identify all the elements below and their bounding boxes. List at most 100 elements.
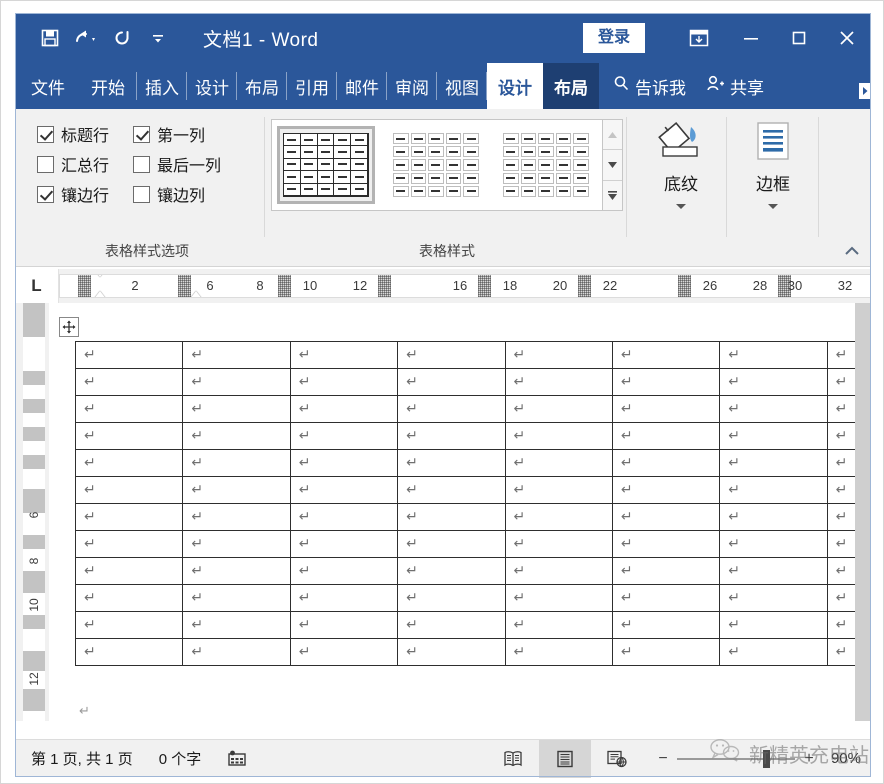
table-cell[interactable]: ↵ <box>183 585 290 612</box>
table-cell[interactable]: ↵ <box>398 450 505 477</box>
vertical-ruler[interactable]: 6 8 10 12 <box>15 303 49 721</box>
table-row[interactable]: ↵ ↵ ↵ ↵ ↵ ↵ ↵ ↵ <box>76 369 872 396</box>
chevron-up-icon[interactable] <box>843 242 861 260</box>
table-style-plain-2[interactable] <box>497 126 595 204</box>
table-cell[interactable]: ↵ <box>505 450 612 477</box>
checkbox-box[interactable] <box>37 126 54 143</box>
gallery-more-icon[interactable] <box>603 181 622 210</box>
table-row[interactable]: ↵ ↵ ↵ ↵ ↵ ↵ ↵ ↵ <box>76 504 872 531</box>
table-cell[interactable]: ↵ <box>76 342 183 369</box>
customize-qat-icon[interactable] <box>141 21 175 55</box>
table-cell[interactable]: ↵ <box>290 504 397 531</box>
table-cell[interactable]: ↵ <box>183 369 290 396</box>
read-mode-view[interactable] <box>487 740 539 778</box>
tab-file[interactable]: 文件 <box>15 63 79 109</box>
table-cell[interactable]: ↵ <box>76 450 183 477</box>
zoom-slider[interactable]: − + <box>643 750 825 768</box>
checkbox-box[interactable] <box>133 156 150 173</box>
table-cell[interactable]: ↵ <box>183 342 290 369</box>
table-cell[interactable]: ↵ <box>505 639 612 666</box>
table-cell[interactable]: ↵ <box>290 423 397 450</box>
table-cell[interactable]: ↵ <box>720 639 827 666</box>
close-icon[interactable] <box>823 13 871 63</box>
table-cell[interactable]: ↵ <box>76 504 183 531</box>
table-cell[interactable]: ↵ <box>290 639 397 666</box>
table-cell[interactable]: ↵ <box>290 558 397 585</box>
left-indent-marker[interactable] <box>189 291 203 298</box>
table-cell[interactable]: ↵ <box>183 450 290 477</box>
table-cell[interactable]: ↵ <box>612 612 719 639</box>
table-cell[interactable]: ↵ <box>76 423 183 450</box>
first-line-indent-marker[interactable] <box>93 274 107 277</box>
table-cell[interactable]: ↵ <box>76 585 183 612</box>
table-cell[interactable]: ↵ <box>290 342 397 369</box>
table-row[interactable]: ↵ ↵ ↵ ↵ ↵ ↵ ↵ ↵ <box>76 396 872 423</box>
checkbox-box[interactable] <box>37 186 54 203</box>
table-row[interactable]: ↵ ↵ ↵ ↵ ↵ ↵ ↵ ↵ <box>76 558 872 585</box>
shading-button[interactable]: 底纹 <box>635 117 727 215</box>
print-layout-view[interactable] <box>539 740 591 778</box>
table-cell[interactable]: ↵ <box>505 531 612 558</box>
table-cell[interactable]: ↵ <box>290 477 397 504</box>
table-cell[interactable]: ↵ <box>505 558 612 585</box>
table-cell[interactable]: ↵ <box>398 477 505 504</box>
table-cell[interactable]: ↵ <box>720 477 827 504</box>
tab-stop-selector[interactable]: L <box>15 269 59 303</box>
table-cell[interactable]: ↵ <box>720 450 827 477</box>
tell-me-box[interactable]: 告诉我 <box>599 63 694 109</box>
table-style-plain-1[interactable] <box>387 126 485 204</box>
table-cell[interactable]: ↵ <box>76 639 183 666</box>
table-cell[interactable]: ↵ <box>76 558 183 585</box>
tab-table-design[interactable]: 设计 <box>487 63 543 109</box>
table-cell[interactable]: ↵ <box>183 612 290 639</box>
table-style-grid[interactable] <box>277 126 375 204</box>
ribbon-display-options-icon[interactable] <box>671 13 727 63</box>
checkbox-banded-rows[interactable]: 镶边行 <box>37 182 133 206</box>
document-page[interactable]: ↵ ↵ ↵ ↵ ↵ ↵ ↵ ↵ ↵ ↵ ↵ ↵ ↵ <box>49 303 855 721</box>
word-count[interactable]: 0 个字 <box>159 748 202 769</box>
maximize-icon[interactable] <box>775 13 823 63</box>
sign-in-button[interactable]: 登录 <box>583 23 645 53</box>
table-cell[interactable]: ↵ <box>290 531 397 558</box>
column-marker[interactable] <box>78 275 91 297</box>
table-cell[interactable]: ↵ <box>612 423 719 450</box>
table-row[interactable]: ↵ ↵ ↵ ↵ ↵ ↵ ↵ ↵ <box>76 639 872 666</box>
zoom-out-button[interactable]: − <box>657 750 669 768</box>
tab-design[interactable]: 设计 <box>187 63 237 109</box>
gallery-scroll-down-icon[interactable] <box>603 150 622 180</box>
table-cell[interactable]: ↵ <box>505 477 612 504</box>
checkbox-box[interactable] <box>133 126 150 143</box>
gallery-scroll-up-icon[interactable] <box>603 120 622 150</box>
zoom-thumb[interactable] <box>763 750 770 768</box>
table-cell[interactable]: ↵ <box>76 369 183 396</box>
table-cell[interactable]: ↵ <box>290 450 397 477</box>
table-cell[interactable]: ↵ <box>76 477 183 504</box>
table-cell[interactable]: ↵ <box>612 504 719 531</box>
table-cell[interactable]: ↵ <box>612 342 719 369</box>
table-cell[interactable]: ↵ <box>505 585 612 612</box>
undo-icon[interactable] <box>69 21 103 55</box>
table-row[interactable]: ↵ ↵ ↵ ↵ ↵ ↵ ↵ ↵ <box>76 423 872 450</box>
gallery-scrollbar[interactable] <box>603 119 623 211</box>
table-move-handle-icon[interactable] <box>59 317 79 337</box>
table-cell[interactable]: ↵ <box>612 558 719 585</box>
vertical-ruler-track[interactable]: 6 8 10 12 <box>23 303 45 721</box>
table-cell[interactable]: ↵ <box>720 369 827 396</box>
table-cell[interactable]: ↵ <box>398 585 505 612</box>
table-cell[interactable]: ↵ <box>290 612 397 639</box>
zoom-in-button[interactable]: + <box>803 750 815 768</box>
table-cell[interactable]: ↵ <box>183 423 290 450</box>
column-marker[interactable] <box>578 275 591 297</box>
table-row[interactable]: ↵ ↵ ↵ ↵ ↵ ↵ ↵ ↵ <box>76 585 872 612</box>
tab-home[interactable]: 开始 <box>79 63 137 109</box>
table-cell[interactable]: ↵ <box>720 558 827 585</box>
table-cell[interactable]: ↵ <box>505 369 612 396</box>
table-cell[interactable]: ↵ <box>505 396 612 423</box>
table-cell[interactable]: ↵ <box>612 369 719 396</box>
column-marker[interactable] <box>278 275 291 297</box>
table-row[interactable]: ↵ ↵ ↵ ↵ ↵ ↵ ↵ ↵ <box>76 477 872 504</box>
table-cell[interactable]: ↵ <box>612 531 719 558</box>
table-cell[interactable]: ↵ <box>398 342 505 369</box>
checkbox-header-row[interactable]: 标题行 <box>37 122 133 146</box>
table-cell[interactable]: ↵ <box>612 639 719 666</box>
